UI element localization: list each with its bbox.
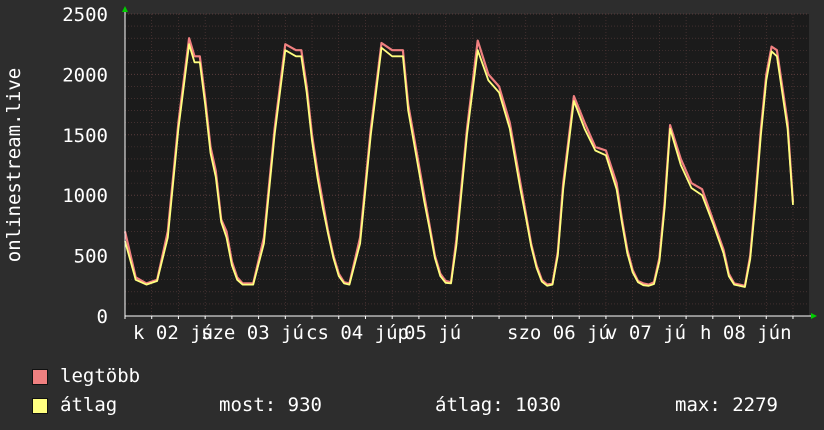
x-tick-label: 05 jú bbox=[404, 322, 461, 344]
y-tick-label: 2000 bbox=[62, 64, 108, 86]
y-axis-label: onlinestream.live bbox=[3, 68, 25, 262]
x-tick-label: szo 06 jú bbox=[507, 322, 610, 344]
y-tick-label: 1500 bbox=[62, 125, 108, 147]
y-tick-label: 2500 bbox=[62, 4, 108, 26]
legend-label-avg: átlag bbox=[60, 394, 118, 416]
x-tick-label: sze 03 jú bbox=[201, 322, 304, 344]
legend: legtöbb átlag most: 930 átlag: 1030 max:… bbox=[32, 362, 822, 420]
legend-item-avg: átlag most: 930 átlag: 1030 max: 2279 bbox=[32, 391, 822, 420]
stat-now: most: 930 bbox=[219, 394, 322, 416]
x-axis-arrow bbox=[811, 313, 817, 319]
y-tick-label: 0 bbox=[97, 306, 108, 328]
legend-item-max: legtöbb bbox=[32, 362, 822, 391]
y-tick-label: 500 bbox=[74, 246, 108, 268]
x-tick-label: cs 04 júp bbox=[306, 322, 409, 344]
stat-avg: átlag: 1030 bbox=[435, 394, 561, 416]
legend-swatch-max bbox=[32, 368, 48, 385]
plot-background bbox=[125, 14, 809, 316]
legend-label-max: legtöbb bbox=[60, 365, 141, 387]
legend-swatch-avg bbox=[32, 397, 48, 414]
x-tick-label: h 08 jún bbox=[700, 322, 792, 344]
y-axis-arrow bbox=[122, 6, 128, 12]
x-tick-label: v 07 jú bbox=[606, 322, 686, 344]
stat-max: max: 2279 bbox=[675, 394, 778, 416]
y-tick-labels: 0 500 1000 1500 2000 2500 bbox=[62, 4, 108, 328]
x-tick-labels: k 02 júsze 03 jú cs 04 júp05 jú szo 06 júv… bbox=[133, 322, 792, 344]
y-tick-label: 1000 bbox=[62, 185, 108, 207]
